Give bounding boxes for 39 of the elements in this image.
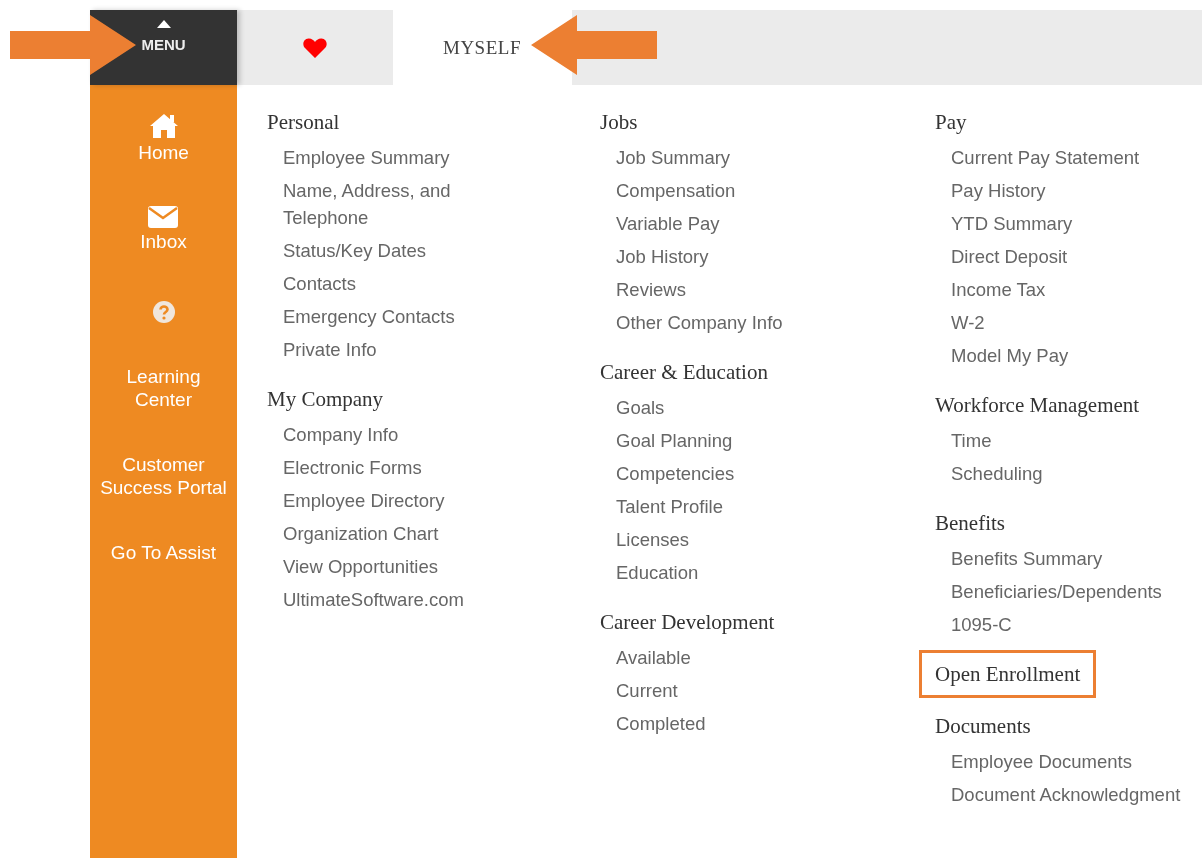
menu-link[interactable]: W-2 <box>951 306 985 339</box>
menu-link[interactable]: View Opportunities <box>283 550 438 583</box>
menu-link[interactable]: Income Tax <box>951 273 1046 306</box>
menu-link[interactable]: Completed <box>616 707 706 740</box>
menu-link[interactable]: Talent Profile <box>616 490 723 523</box>
menu-link[interactable]: Direct Deposit <box>951 240 1068 273</box>
menu-link[interactable]: Model My Pay <box>951 339 1069 372</box>
favorites-tab[interactable] <box>237 10 393 85</box>
menu-link[interactable]: Compensation <box>616 174 736 207</box>
menu-link[interactable]: YTD Summary <box>951 207 1073 240</box>
section-heading[interactable]: Open Enrollment <box>919 650 1097 698</box>
menu-link[interactable]: Organization Chart <box>283 517 439 550</box>
menu-link[interactable]: Current <box>616 674 678 707</box>
menu-link[interactable]: 1095-C <box>951 608 1012 641</box>
menu-link[interactable]: Pay History <box>951 174 1046 207</box>
menu-link[interactable]: Status/Key Dates <box>283 234 426 267</box>
menu-link[interactable]: UltimateSoftware.com <box>283 583 464 616</box>
menu-link[interactable]: Private Info <box>283 333 377 366</box>
menu-link[interactable]: Licenses <box>616 523 689 556</box>
menu-link[interactable]: Document Acknowledgment <box>951 778 1181 811</box>
menu-link[interactable]: Beneficiaries/Dependents <box>951 575 1162 608</box>
caret-up-icon <box>156 20 171 28</box>
menu-link[interactable]: Variable Pay <box>616 207 720 240</box>
menu-link[interactable]: Employee Directory <box>283 484 445 517</box>
envelope-icon <box>148 206 179 228</box>
menu-link[interactable]: Other Company Info <box>616 306 783 339</box>
menu-link[interactable]: Contacts <box>283 267 356 300</box>
menu-link[interactable]: Competencies <box>616 457 735 490</box>
menu-link[interactable]: Reviews <box>616 273 686 306</box>
menu-link[interactable]: Goal Planning <box>616 424 733 457</box>
menu-link[interactable]: Education <box>616 556 699 589</box>
help-icon[interactable] <box>152 301 175 323</box>
menu-link[interactable]: Name, Address, and Telephone <box>283 174 483 234</box>
menu-link[interactable]: Job History <box>616 240 709 273</box>
menu-link[interactable]: Emergency Contacts <box>283 300 455 333</box>
home-icon <box>148 113 179 139</box>
menu-link[interactable]: Scheduling <box>951 457 1043 490</box>
menu-link[interactable]: Electronic Forms <box>283 451 422 484</box>
heart-icon <box>303 37 327 58</box>
